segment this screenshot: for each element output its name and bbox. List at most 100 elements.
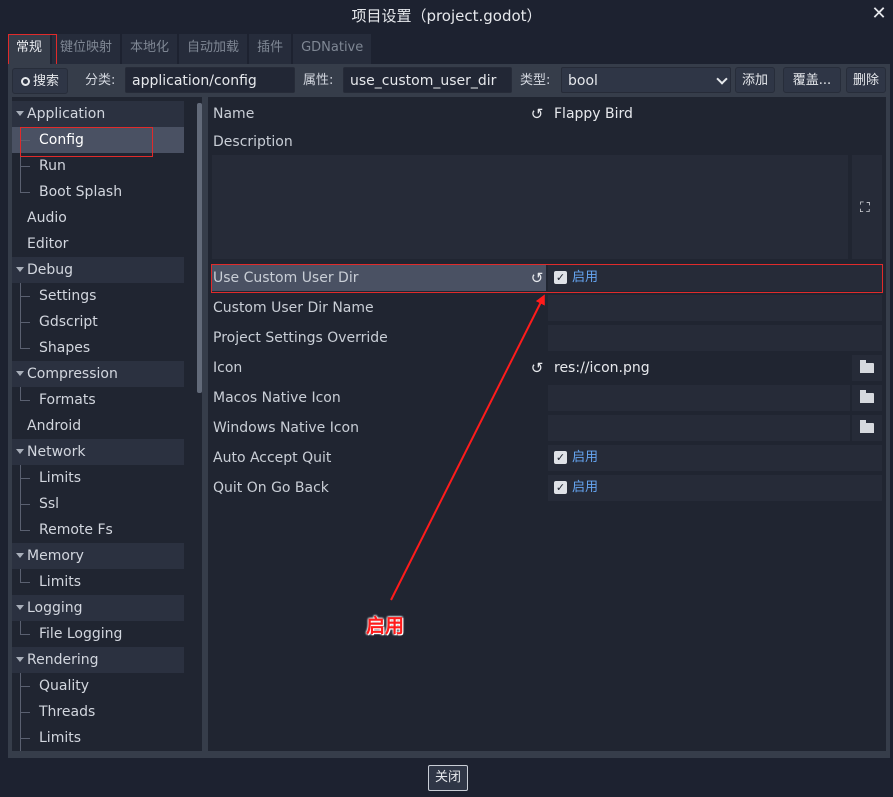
tree-branch-line xyxy=(20,465,30,491)
checkmark-icon: ✓ xyxy=(554,451,567,464)
tab-autoload[interactable]: 自动加载 xyxy=(179,34,248,64)
tree-item-rendering-limits[interactable]: Limits xyxy=(12,725,184,751)
tree-item-file-logging[interactable]: File Logging xyxy=(12,621,184,647)
folder-icon[interactable] xyxy=(850,385,882,411)
property-auto-accept-quit-label: Auto Accept Quit xyxy=(213,450,332,466)
tree-item-label: Logging xyxy=(27,600,83,616)
tree-item-label: Android xyxy=(27,418,82,434)
collapse-arrow-icon xyxy=(16,370,24,376)
tree-item-android[interactable]: Android xyxy=(12,413,184,439)
tree-item-compression[interactable]: Compression xyxy=(12,361,184,387)
tree-item-rendering[interactable]: Rendering xyxy=(12,647,184,673)
property-input[interactable]: use_custom_user_dir xyxy=(343,67,512,93)
folder-icon[interactable] xyxy=(850,415,882,441)
windows-native-icon-field[interactable] xyxy=(548,415,882,441)
description-textarea[interactable] xyxy=(212,155,848,259)
type-select[interactable]: bool xyxy=(561,67,731,93)
tree-item-quality[interactable]: Quality xyxy=(12,673,184,699)
auto-accept-quit-checkbox[interactable]: ✓ 启用 xyxy=(548,445,882,471)
tree-item-network[interactable]: Network xyxy=(12,439,184,465)
close-button[interactable]: 关闭 xyxy=(428,765,468,791)
tree-item-ssl[interactable]: Ssl xyxy=(12,491,184,517)
revert-icon[interactable]: ↺ xyxy=(528,105,546,123)
add-button[interactable]: 添加 xyxy=(735,67,775,93)
tree-item-formats[interactable]: Formats xyxy=(12,387,184,413)
annotation-label: 启用 xyxy=(366,615,405,637)
tree-branch-line xyxy=(20,699,30,725)
collapse-arrow-icon xyxy=(16,604,24,610)
revert-icon[interactable]: ↺ xyxy=(528,359,546,377)
category-input[interactable]: application/config xyxy=(125,67,295,93)
type-select-value: bool xyxy=(568,73,598,89)
tab-input-map[interactable]: 键位映射 xyxy=(52,34,121,64)
tree-item-label: Compression xyxy=(27,366,118,382)
expand-icon: ⛶ xyxy=(860,200,870,216)
tab-plugins[interactable]: 插件 xyxy=(249,34,292,64)
tree-item-label: Memory xyxy=(27,548,84,564)
toolbar: 搜索 分类: application/config 属性: use_custom… xyxy=(8,64,890,98)
section-tree: Application Config Run Boot Splash Audio… xyxy=(12,97,202,751)
tree-item-editor[interactable]: Editor xyxy=(12,231,184,257)
macos-native-icon-field[interactable] xyxy=(548,385,882,411)
project-settings-override-input[interactable] xyxy=(548,325,882,351)
close-icon[interactable]: ✕ xyxy=(869,4,889,24)
window-title: 项目设置（project.godot） xyxy=(351,7,542,25)
tree-branch-line xyxy=(20,387,30,413)
tree-item-memory[interactable]: Memory xyxy=(12,543,184,569)
tab-gdnative[interactable]: GDNative xyxy=(293,34,372,64)
chevron-down-icon xyxy=(716,73,728,85)
checkbox-label: 启用 xyxy=(572,450,599,465)
tab-localization[interactable]: 本地化 xyxy=(122,34,178,64)
settings-panel: 搜索 分类: application/config 属性: use_custom… xyxy=(8,64,890,758)
tree-branch-line xyxy=(20,335,30,361)
tree-item-network-limits[interactable]: Limits xyxy=(12,465,184,491)
folder-icon[interactable] xyxy=(850,355,882,381)
property-macos-native-icon-label: Macos Native Icon xyxy=(213,390,341,406)
tree-branch-line xyxy=(20,569,30,595)
property-windows-native-icon-label: Windows Native Icon xyxy=(213,420,359,436)
tree-branch-line xyxy=(20,309,30,335)
checkbox-label: 启用 xyxy=(572,480,599,495)
custom-user-dir-name-input[interactable] xyxy=(548,295,882,321)
tree-item-label: Editor xyxy=(27,236,69,252)
tree-item-remote-fs[interactable]: Remote Fs xyxy=(12,517,184,543)
search-icon xyxy=(20,77,30,86)
icon-path-field[interactable]: res://icon.png xyxy=(548,355,882,381)
config-highlight-box xyxy=(20,127,153,157)
checkmark-icon: ✓ xyxy=(554,481,567,494)
tree-item-application[interactable]: Application xyxy=(12,101,184,127)
tree-item-audio[interactable]: Audio xyxy=(12,205,184,231)
expand-button[interactable]: ⛶ xyxy=(852,155,882,259)
delete-button[interactable]: 删除 xyxy=(846,67,886,93)
collapse-arrow-icon xyxy=(16,448,24,454)
collapse-arrow-icon xyxy=(16,552,24,558)
tree-item-threads[interactable]: Threads xyxy=(12,699,184,725)
tree-item-shapes[interactable]: Shapes xyxy=(12,335,184,361)
tree-scrollbar[interactable] xyxy=(197,103,202,393)
tree-item-label: Debug xyxy=(27,262,74,278)
collapse-arrow-icon xyxy=(16,656,24,662)
icon-path-value: res://icon.png xyxy=(554,360,650,376)
property-inspector: Name ↺ Flappy Bird Description ⛶ Use Cus… xyxy=(208,97,886,751)
property-project-settings-override-label: Project Settings Override xyxy=(213,330,388,346)
quit-on-go-back-checkbox[interactable]: ✓ 启用 xyxy=(548,475,882,501)
property-custom-user-dir-name-label: Custom User Dir Name xyxy=(213,300,374,316)
property-label: 属性: xyxy=(303,73,334,88)
tree-item-memory-limits[interactable]: Limits xyxy=(12,569,184,595)
override-button[interactable]: 覆盖... xyxy=(783,67,841,93)
tree-item-logging[interactable]: Logging xyxy=(12,595,184,621)
property-icon-label: Icon xyxy=(213,360,243,376)
name-value-field[interactable]: Flappy Bird xyxy=(548,101,882,127)
property-name-label: Name xyxy=(213,106,255,122)
tree-item-boot-splash[interactable]: Boot Splash xyxy=(12,179,184,205)
tab-bar: 常规 键位映射 本地化 自动加载 插件 GDNative xyxy=(8,34,373,64)
name-value: Flappy Bird xyxy=(554,106,633,122)
tree-item-gdscript[interactable]: Gdscript xyxy=(12,309,184,335)
tree-item-label: Network xyxy=(27,444,86,460)
tree-item-settings[interactable]: Settings xyxy=(12,283,184,309)
search-button[interactable]: 搜索 xyxy=(12,68,68,94)
type-label: 类型: xyxy=(520,73,551,88)
tree-branch-line xyxy=(20,621,30,647)
tree-item-debug[interactable]: Debug xyxy=(12,257,184,283)
tree-branch-line xyxy=(20,517,30,543)
